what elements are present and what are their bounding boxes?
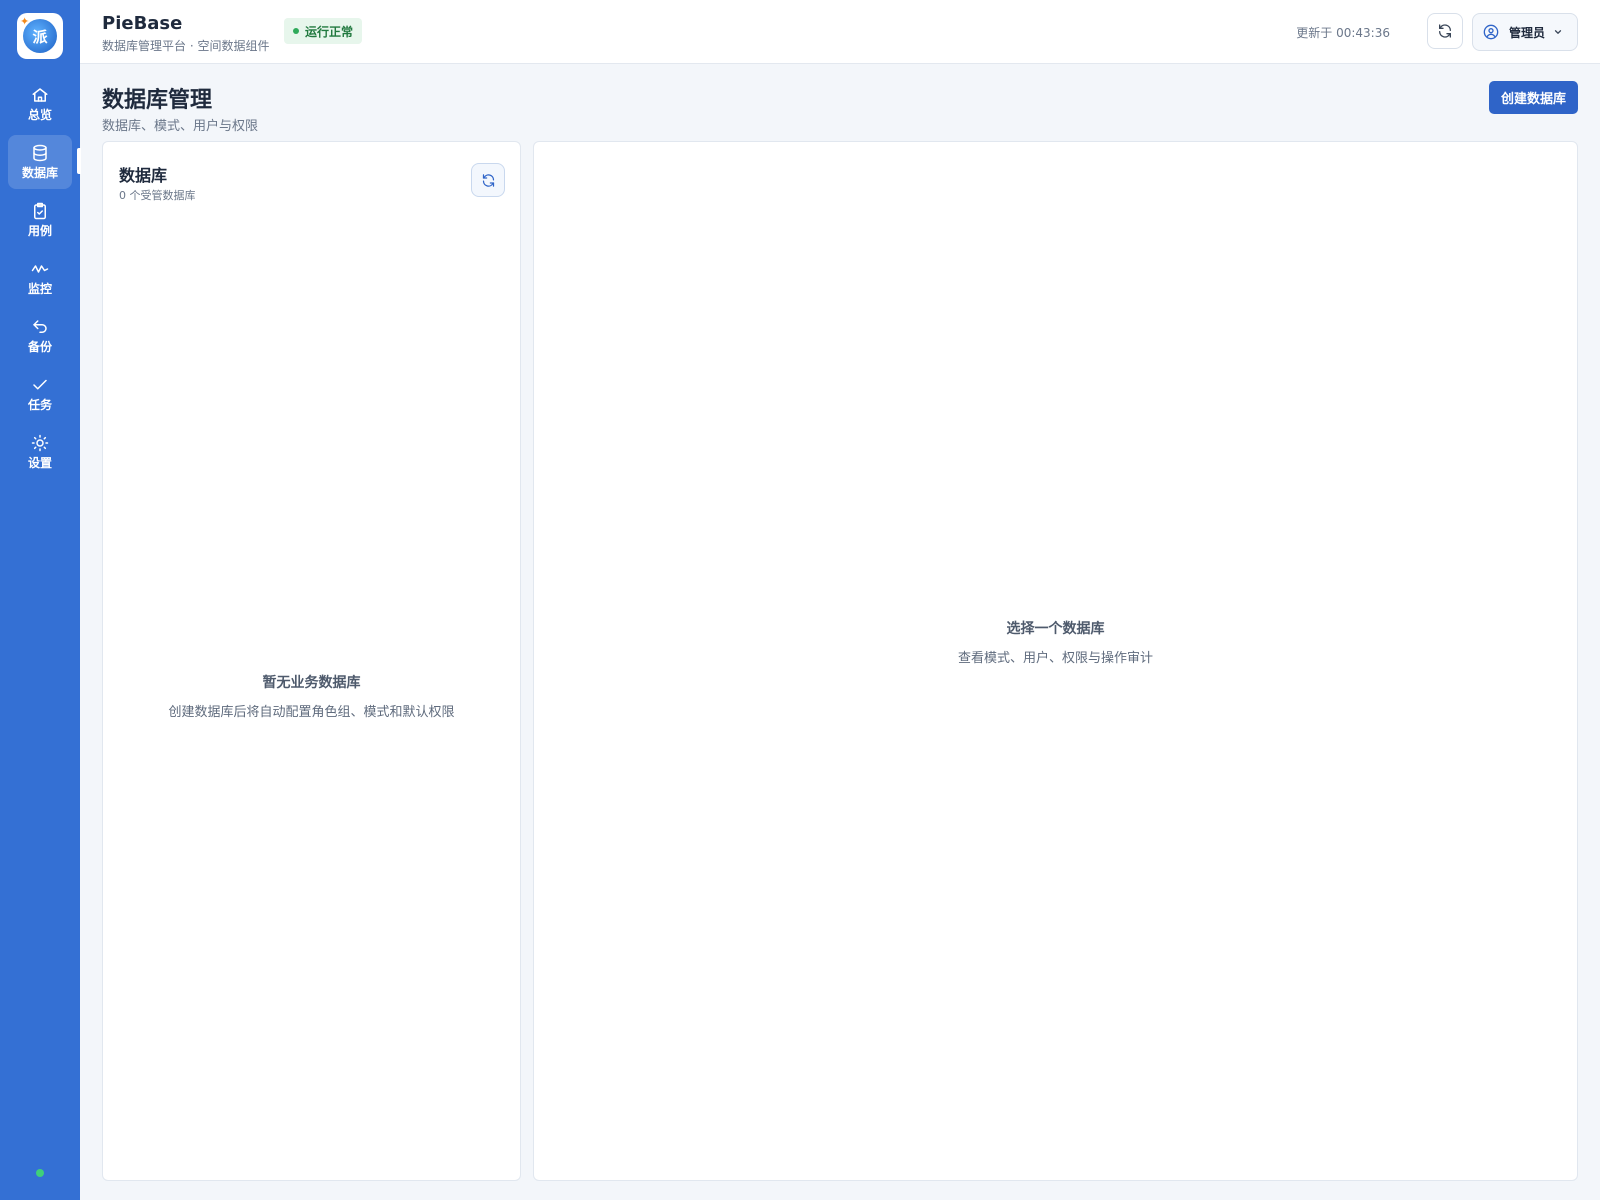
chevron-down-icon — [1554, 30, 1562, 34]
sidebar-item-tasks[interactable]: 任务 — [8, 367, 72, 421]
active-nav-marker — [77, 148, 81, 174]
empty-state-title: 选择一个数据库 — [1006, 621, 1105, 637]
app-logo[interactable]: ✦ 派 — [17, 13, 63, 59]
empty-state: 选择一个数据库 查看模式、用户、权限与操作审计 — [534, 618, 1577, 666]
sidebar-item-overview[interactable]: 总览 — [8, 77, 72, 131]
database-count: 0 个受管数据库 — [119, 189, 196, 202]
connection-status-dot — [36, 1169, 44, 1177]
sidebar-item-backup[interactable]: 备份 — [8, 309, 72, 363]
refresh-icon — [482, 173, 494, 187]
empty-state-description: 查看模式、用户、权限与操作审计 — [957, 651, 1153, 666]
database-icon — [31, 144, 49, 162]
logo-text: 派 — [32, 27, 48, 46]
sidebar-nav: 总览 数据库 用例 监控 备份 任务 设置 — [8, 77, 72, 483]
sidebar-item-label: 数据库 — [21, 166, 58, 180]
app-title: PieBase — [102, 13, 183, 34]
clipboard-check-icon — [31, 202, 49, 220]
sun-icon — [31, 434, 49, 452]
page-title: 数据库管理 — [102, 88, 213, 113]
sidebar-item-label: 用例 — [27, 224, 52, 238]
empty-state-title: 暂无业务数据库 — [262, 675, 361, 691]
empty-state: 暂无业务数据库 创建数据库后将自动配置角色组、模式和默认权限 — [103, 672, 520, 720]
activity-icon — [31, 260, 49, 278]
panel-title: 数据库 — [119, 166, 168, 185]
sidebar-item-label: 任务 — [27, 398, 52, 412]
sidebar-item-database[interactable]: 数据库 — [8, 135, 72, 189]
user-name: 管理员 — [1509, 25, 1546, 40]
empty-state-description: 创建数据库后将自动配置角色组、模式和默认权限 — [168, 705, 455, 720]
logo-icon: ✦ 派 — [20, 15, 57, 53]
status-dot-icon — [293, 28, 299, 34]
page-subtitle: 数据库、模式、用户与权限 — [102, 119, 259, 134]
status-badge-label: 运行正常 — [305, 24, 354, 39]
database-detail-panel: 选择一个数据库 查看模式、用户、权限与操作审计 — [533, 141, 1578, 1181]
sidebar-item-settings[interactable]: 设置 — [8, 425, 72, 479]
app-subtitle: 数据库管理平台 · 空间数据组件 — [102, 39, 270, 53]
sidebar-item-label: 备份 — [27, 340, 52, 354]
sidebar-item-usecases[interactable]: 用例 — [8, 193, 72, 247]
user-menu-button[interactable]: 管理员 — [1472, 13, 1578, 51]
updated-time: 更新于 00:43:36 — [1296, 26, 1390, 40]
check-icon — [31, 376, 49, 394]
database-list-panel: 数据库 0 个受管数据库 暂无业务数据库 创建数据库后将自动配置角色组、模式和默… — [102, 141, 521, 1181]
refresh-database-list-button[interactable] — [471, 163, 505, 197]
sidebar-item-label: 监控 — [27, 282, 52, 296]
refresh-icon — [1439, 24, 1451, 38]
status-badge: 运行正常 — [284, 18, 363, 44]
top-header: PieBase 数据库管理平台 · 空间数据组件 运行正常 更新于 00:43:… — [80, 0, 1600, 64]
sidebar-item-label: 设置 — [27, 456, 52, 470]
refresh-button[interactable] — [1427, 13, 1463, 49]
user-circle-icon — [1483, 24, 1499, 40]
home-icon — [31, 86, 49, 104]
create-database-button[interactable]: 创建数据库 — [1489, 81, 1578, 114]
undo-icon — [31, 318, 49, 336]
sidebar-item-monitor[interactable]: 监控 — [8, 251, 72, 305]
sidebar-item-label: 总览 — [27, 108, 52, 122]
sidebar: ✦ 派 总览 数据库 用例 监控 备份 任务 设置 — [0, 0, 80, 1200]
